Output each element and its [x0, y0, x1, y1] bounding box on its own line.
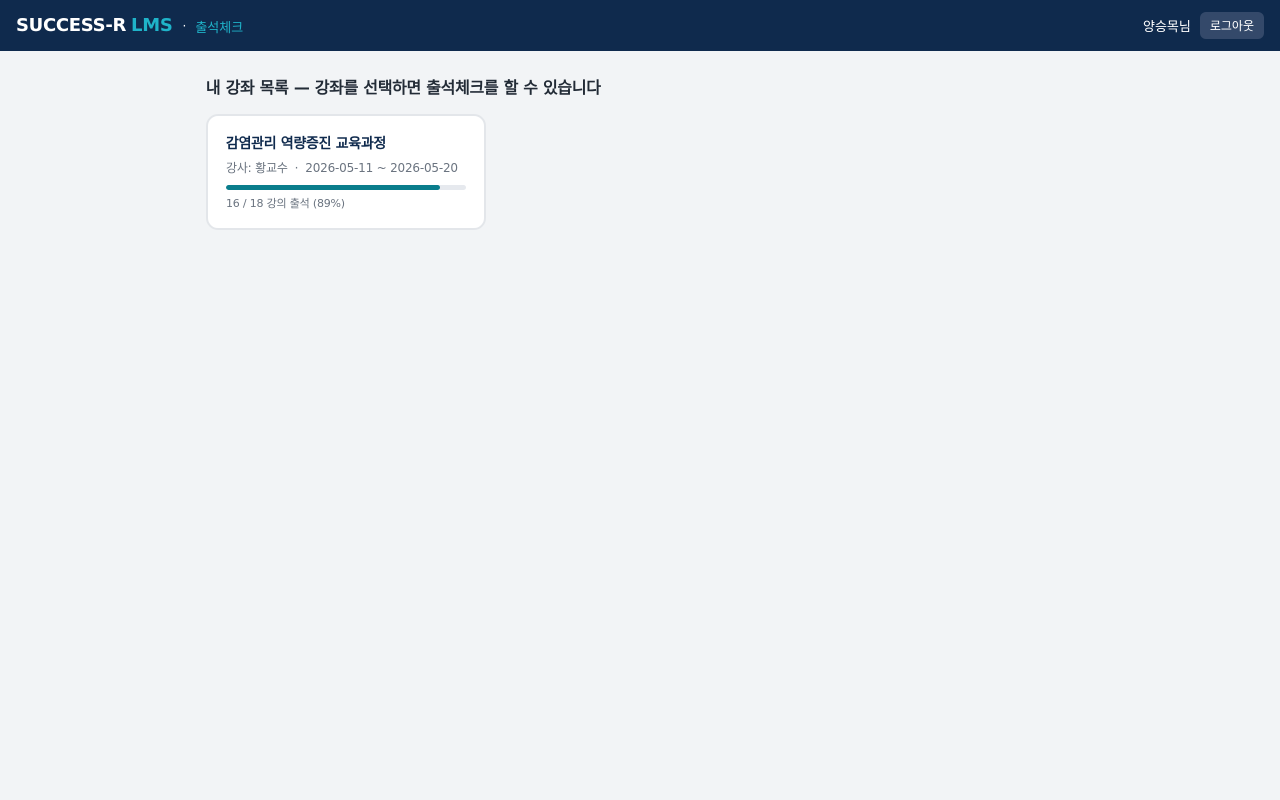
- attendance-progress-bar: [226, 185, 466, 190]
- brand-name: SUCCESS-R: [16, 15, 127, 36]
- attendance-progress-fill: [226, 185, 440, 190]
- page-title: 내 강좌 목록 — 강좌를 선택하면 출석체크를 할 수 있습니다: [206, 78, 601, 97]
- user-name: 양승목님: [1142, 20, 1191, 35]
- current-section: 출석체크: [195, 21, 244, 36]
- course-title: 감염관리 역량증진 교육과정: [226, 136, 387, 152]
- brand-accent: LMS: [131, 15, 173, 36]
- course-card[interactable]: 감염관리 역량증진 교육과정 강사: 황교수 · 2026-05-11 ~ 2026…: [206, 114, 486, 230]
- course-instructor: 강사: 황교수: [226, 161, 288, 175]
- meta-separator: ·: [294, 161, 299, 175]
- course-attendance-text: 16 / 18 강의 출석 (89%): [226, 197, 345, 210]
- user-area: 양승목님 로그아웃: [1143, 12, 1264, 39]
- course-meta: 강사: 황교수 · 2026-05-11 ~ 2026-05-20: [226, 160, 466, 176]
- main-content: 내 강좌 목록 — 강좌를 선택하면 출석체크를 할 수 있습니다 감염관리 역…: [206, 77, 601, 230]
- top-navbar: SUCCESS-R LMS · 출석체크 양승목님 로그아웃: [0, 0, 1280, 51]
- brand-separator: ·: [182, 18, 187, 33]
- course-period: 2026-05-11 ~ 2026-05-20: [305, 161, 458, 175]
- logout-button[interactable]: 로그아웃: [1199, 12, 1264, 39]
- brand[interactable]: SUCCESS-R LMS · 출석체크: [16, 15, 243, 36]
